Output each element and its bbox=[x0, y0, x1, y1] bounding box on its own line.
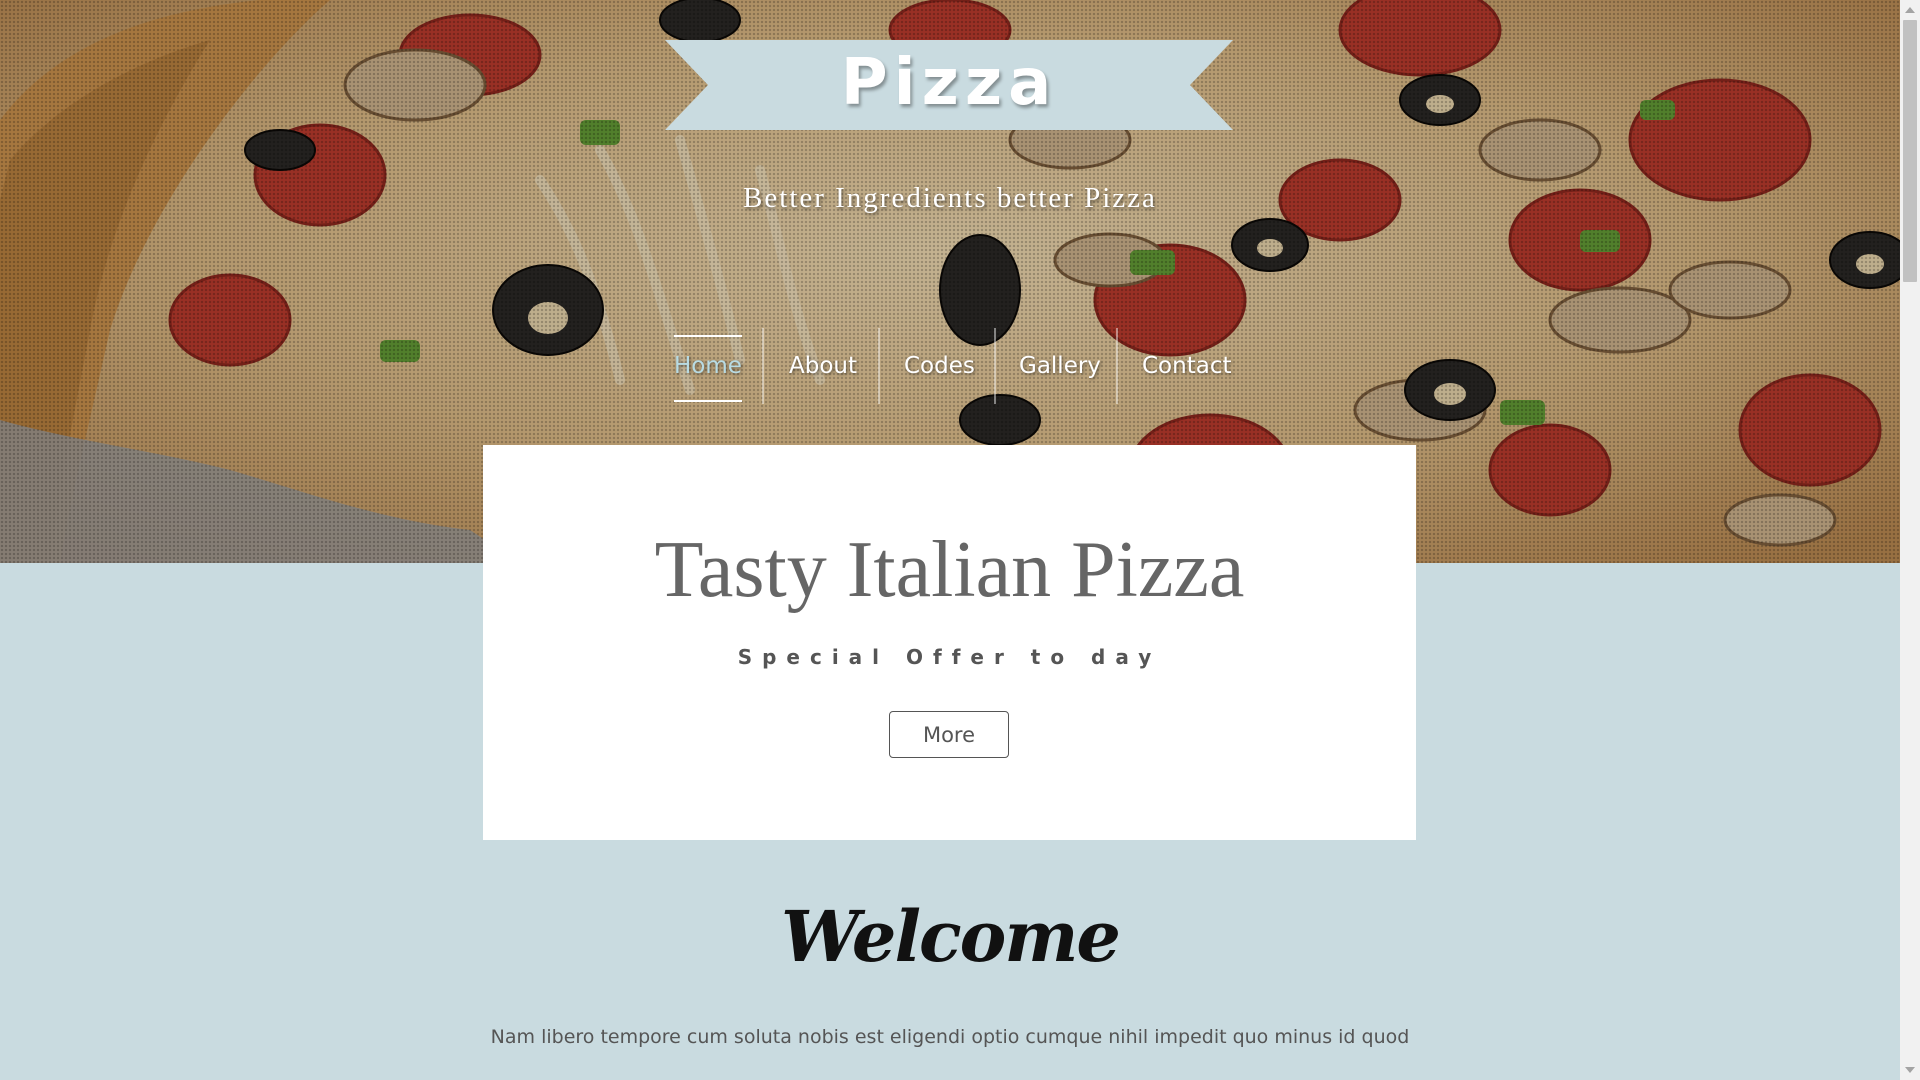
offer-title: Tasty Italian Pizza bbox=[654, 526, 1245, 614]
nav-divider bbox=[1116, 328, 1118, 404]
offer-subtitle: Special Offer to day bbox=[737, 645, 1162, 669]
site-logo: Pizza bbox=[840, 46, 1058, 120]
nav-divider bbox=[878, 328, 880, 404]
vertical-scrollbar[interactable] bbox=[1900, 0, 1920, 1080]
more-button[interactable]: More bbox=[889, 711, 1009, 758]
nav-item-home[interactable]: Home bbox=[674, 335, 742, 402]
nav-item-gallery[interactable]: Gallery bbox=[1019, 338, 1101, 394]
nav-divider bbox=[994, 328, 996, 404]
logo-ribbon[interactable]: Pizza bbox=[665, 40, 1233, 130]
site-tagline: Better Ingredients better Pizza bbox=[743, 182, 1157, 214]
welcome-heading: Welcome bbox=[781, 895, 1121, 978]
page: Pizza Better Ingredients better Pizza Ho… bbox=[0, 0, 1920, 1080]
nav-divider bbox=[762, 328, 764, 404]
nav-item-contact[interactable]: Contact bbox=[1142, 338, 1231, 394]
nav-item-codes[interactable]: Codes bbox=[904, 338, 975, 394]
welcome-text: Nam libero tempore cum soluta nobis est … bbox=[490, 1026, 1410, 1048]
scrollbar-thumb[interactable] bbox=[1903, 20, 1917, 282]
offer-card: Tasty Italian Pizza Special Offer to day… bbox=[483, 445, 1416, 840]
scroll-up-arrow-icon[interactable] bbox=[1905, 7, 1915, 13]
nav-item-about[interactable]: About bbox=[789, 338, 857, 394]
scroll-down-arrow-icon[interactable] bbox=[1905, 1067, 1915, 1073]
